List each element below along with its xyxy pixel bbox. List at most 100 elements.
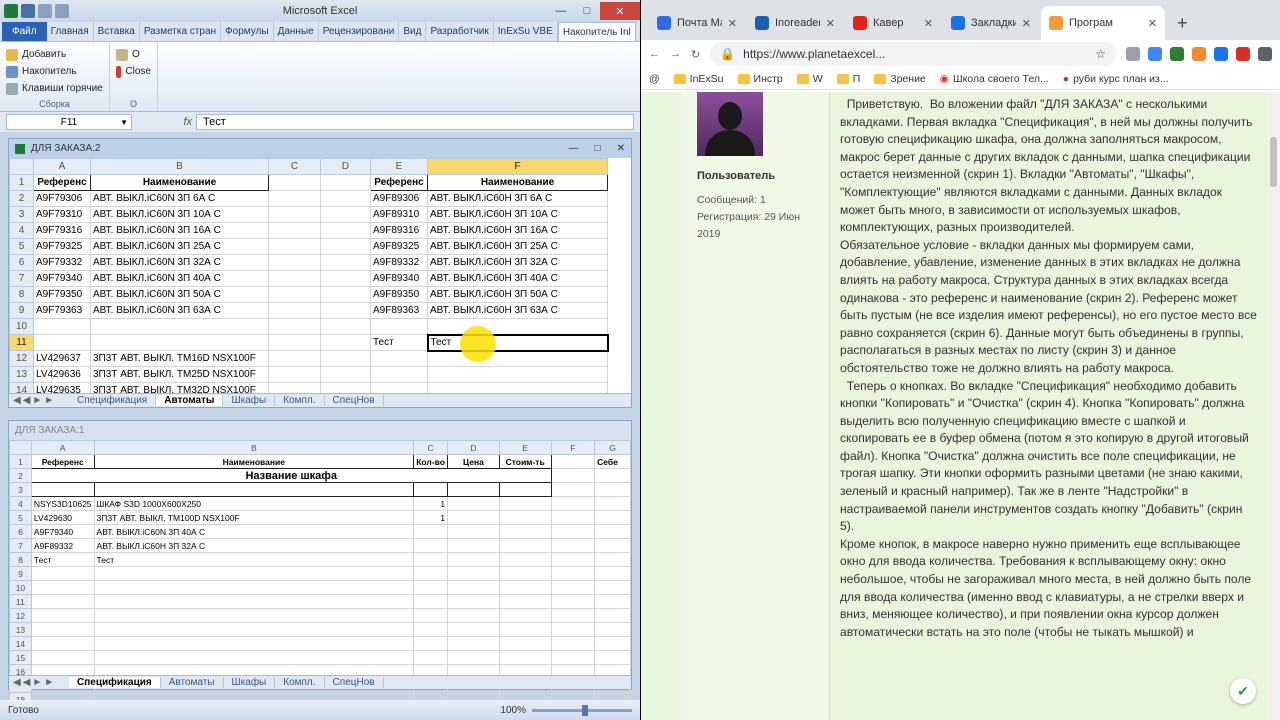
reload-icon[interactable]: ↻ — [691, 48, 700, 61]
col-header[interactable]: B — [93, 440, 415, 455]
cell[interactable] — [413, 650, 449, 665]
cell[interactable]: A9F79306 — [33, 190, 91, 207]
bookmark[interactable]: Зрение — [874, 73, 926, 85]
cell[interactable] — [550, 650, 596, 665]
cell[interactable] — [413, 594, 449, 609]
zoom-slider[interactable] — [532, 704, 632, 716]
cell[interactable] — [320, 318, 371, 335]
cell[interactable]: АВТ. ВЫКЛ.iC60N 3П 25А С — [90, 238, 269, 255]
extension-icon[interactable] — [1170, 47, 1184, 61]
cell[interactable]: АВТ. ВЫКЛ.iC60N 3П 6А С — [90, 190, 269, 207]
cell[interactable] — [370, 318, 428, 335]
cell[interactable]: A9F79340 — [33, 270, 91, 287]
close-icon[interactable]: ✕ — [1148, 17, 1157, 30]
cell[interactable]: ШКАФ S3D 1000X600X250 — [93, 496, 415, 511]
tab-file[interactable]: Файл — [2, 22, 47, 41]
cell[interactable] — [594, 496, 631, 511]
header-cell[interactable]: Цена — [447, 454, 500, 469]
cell[interactable] — [594, 580, 631, 595]
cell[interactable]: АВТ. ВЫКЛ.iC60N 3П 40А С — [93, 524, 415, 539]
cell[interactable] — [447, 566, 500, 581]
cell[interactable] — [447, 608, 500, 623]
author-name[interactable]: Пользователь — [697, 170, 775, 182]
cell[interactable] — [30, 650, 95, 665]
cell[interactable] — [413, 580, 449, 595]
cell[interactable] — [320, 334, 371, 351]
cell[interactable]: A9F89350 — [370, 286, 428, 303]
cell[interactable]: 3П3Т АВТ. ВЫКЛ. TM16D NSX100F — [90, 350, 269, 367]
cell[interactable]: Наименование — [90, 174, 269, 191]
sheet-tab[interactable]: Компл. — [275, 395, 325, 406]
sheet-tab[interactable]: Шкафы — [224, 677, 276, 688]
cell[interactable] — [594, 594, 631, 609]
cell[interactable]: АВТ. ВЫКЛ.iC60N 3П 63А С — [90, 302, 269, 319]
cell[interactable]: 3П3Т АВТ. ВЫКЛ. TM100D NSX100F — [93, 510, 415, 525]
cell[interactable] — [268, 350, 321, 367]
bookmark[interactable]: ● руби курс план из... — [1063, 73, 1169, 85]
cell[interactable] — [498, 496, 552, 511]
cell[interactable] — [413, 622, 449, 637]
cell[interactable] — [93, 622, 415, 637]
cell[interactable] — [447, 580, 500, 595]
cell[interactable]: A9F89332 — [30, 538, 95, 553]
sheet-tab[interactable]: Компл. — [275, 677, 325, 688]
cell[interactable] — [447, 538, 500, 553]
cell[interactable] — [447, 594, 500, 609]
cell[interactable] — [498, 650, 552, 665]
bookmark[interactable]: InExSu — [673, 73, 724, 85]
cell[interactable] — [93, 608, 415, 623]
cell[interactable] — [268, 222, 321, 239]
cell[interactable] — [320, 270, 371, 287]
cell[interactable] — [93, 594, 415, 609]
cell[interactable] — [498, 622, 552, 637]
cell[interactable]: АВТ. ВЫКЛ.iC60N 3П 40А С — [90, 270, 269, 287]
cell[interactable]: АВТ. ВЫКЛ.iC60H 3П 32А С — [427, 254, 608, 271]
bookmark[interactable]: @ — [649, 73, 660, 85]
extension-icon[interactable] — [1126, 47, 1140, 61]
cell[interactable] — [33, 318, 91, 335]
formula-input[interactable]: Тест — [196, 114, 634, 130]
cell[interactable] — [30, 622, 95, 637]
cell[interactable]: АВТ. ВЫКЛ.iC60H 3П 40А С — [427, 270, 608, 287]
browser-tab[interactable]: Почта Ма ✕ — [649, 6, 745, 40]
undo-icon[interactable] — [38, 4, 52, 18]
cell[interactable] — [413, 608, 449, 623]
col-header[interactable]: D — [320, 158, 371, 175]
cell[interactable] — [447, 636, 500, 651]
tab-page-layout[interactable]: Разметка стран — [140, 22, 222, 41]
cell[interactable]: A9F79316 — [33, 222, 91, 239]
cell[interactable]: A9F79363 — [33, 302, 91, 319]
cell[interactable] — [30, 566, 95, 581]
cell[interactable] — [447, 496, 500, 511]
close-macro-button[interactable]: Close — [116, 63, 151, 80]
back-icon[interactable]: ← — [649, 48, 660, 60]
minimize-button[interactable]: — — [548, 2, 574, 20]
cell[interactable] — [498, 524, 552, 539]
cabinet-title-cell[interactable]: Название шкафа — [30, 468, 552, 483]
col-header[interactable]: E — [498, 440, 552, 455]
cell[interactable] — [594, 636, 631, 651]
cell[interactable] — [268, 302, 321, 319]
cell[interactable] — [594, 608, 631, 623]
cell[interactable]: АВТ. ВЫКЛ.iC60N 3П 10А С — [90, 206, 269, 223]
cell[interactable] — [427, 366, 608, 383]
cell[interactable]: A9F79325 — [33, 238, 91, 255]
cell[interactable]: АВТ. ВЫКЛ.iC60H 3П 63А С — [427, 302, 608, 319]
bookmark[interactable]: W — [796, 73, 823, 85]
cell[interactable] — [268, 238, 321, 255]
cell[interactable] — [594, 510, 631, 525]
cell[interactable]: LV429637 — [33, 350, 91, 367]
header-cell[interactable]: Кол-во — [413, 454, 449, 469]
cell[interactable] — [498, 608, 552, 623]
cell[interactable] — [320, 190, 371, 207]
cell[interactable]: Тест — [370, 334, 428, 351]
cell[interactable] — [413, 552, 449, 567]
cell[interactable]: A9F79332 — [33, 254, 91, 271]
cell[interactable] — [320, 286, 371, 303]
cell[interactable] — [427, 350, 608, 367]
cell[interactable] — [550, 566, 596, 581]
cell[interactable]: A9F89363 — [370, 302, 428, 319]
cell[interactable]: A9F89316 — [370, 222, 428, 239]
cell[interactable] — [498, 510, 552, 525]
sheet-tab[interactable]: Автоматы — [156, 395, 224, 406]
